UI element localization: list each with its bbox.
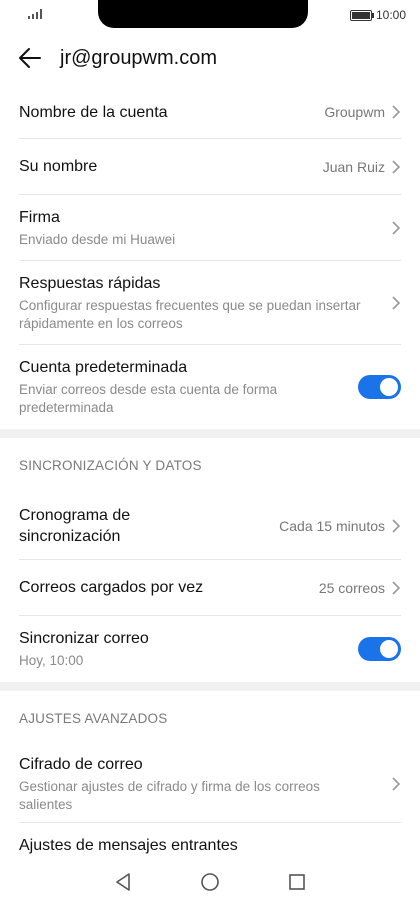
system-nav-bar [0, 854, 420, 910]
sync-section-header: SINCRONIZACIÓN Y DATOS [19, 457, 202, 473]
signature-subtitle: Enviado desde mi Huawei [19, 231, 176, 247]
account-name-label: Nombre de la cuenta [19, 103, 168, 121]
app-header: jr@groupwm.com [0, 30, 420, 86]
signal-icon [28, 9, 42, 22]
advanced-section-header: AJUSTES AVANZADOS [19, 710, 168, 726]
arrow-left-icon[interactable] [16, 44, 44, 72]
account-name-row[interactable]: Nombre de la cuenta Groupwm [19, 86, 401, 139]
chevron-right-icon [392, 295, 401, 310]
home-circle-icon[interactable] [200, 872, 220, 892]
sync-mail-row: Sincronizar correo Hoy, 10:00 [19, 616, 401, 682]
camera-notch [98, 0, 308, 28]
back-triangle-icon[interactable] [114, 872, 132, 892]
quick-replies-subtitle: Configurar respuestas frecuentes que se … [19, 297, 361, 331]
status-bar: 10:00 [0, 0, 420, 30]
status-time: 10:00 [375, 8, 406, 22]
default-account-label: Cuenta predeterminada [19, 359, 188, 376]
emails-per-load-row[interactable]: Correos cargados por vez 25 correos [19, 560, 401, 616]
your-name-row[interactable]: Su nombre Juan Ruiz [19, 139, 401, 195]
incoming-settings-row[interactable]: Ajustes de mensajes entrantes [19, 823, 401, 854]
sync-schedule-value: Cada 15 minutos [279, 517, 385, 534]
chevron-right-icon [392, 580, 401, 595]
recents-square-icon[interactable] [288, 873, 306, 891]
account-name-value: Groupwm [324, 104, 385, 120]
default-account-toggle[interactable] [358, 375, 401, 399]
emails-per-load-value: 25 correos [318, 579, 385, 596]
section-divider [0, 429, 420, 438]
quick-replies-row[interactable]: Respuestas rápidas Configurar respuestas… [19, 261, 401, 345]
chevron-right-icon [392, 159, 401, 174]
sync-schedule-row[interactable]: Cronograma de sincronización Cada 15 min… [19, 492, 401, 560]
settings-list: Nombre de la cuenta Groupwm Su nombre Ju… [0, 86, 420, 854]
sync-schedule-label: Cronograma de sincronización [19, 506, 131, 545]
sync-mail-label: Sincronizar correo [19, 630, 149, 647]
default-account-subtitle: Enviar correos desde esta cuenta de form… [19, 382, 278, 415]
incoming-settings-label: Ajustes de mensajes entrantes [19, 837, 238, 854]
chevron-right-icon [392, 776, 401, 791]
sync-mail-subtitle: Hoy, 10:00 [19, 653, 84, 668]
chevron-right-icon [392, 220, 401, 235]
page-title: jr@groupwm.com [60, 46, 218, 69]
quick-replies-label: Respuestas rápidas [19, 274, 161, 292]
emails-per-load-label: Correos cargados por vez [19, 579, 204, 596]
mail-encryption-label: Cifrado de correo [19, 755, 143, 773]
default-account-row: Cuenta predeterminada Enviar correos des… [19, 345, 401, 429]
battery-icon [349, 9, 374, 21]
signature-row[interactable]: Firma Enviado desde mi Huawei [19, 195, 401, 261]
signature-label: Firma [19, 208, 60, 226]
your-name-label: Su nombre [19, 158, 98, 175]
chevron-right-icon [392, 518, 401, 533]
sync-mail-toggle[interactable] [358, 637, 401, 661]
your-name-value: Juan Ruiz [322, 158, 385, 175]
chevron-right-icon [392, 105, 401, 119]
mail-encryption-subtitle: Gestionar ajustes de cifrado y firma de … [19, 778, 320, 812]
section-divider [0, 682, 420, 691]
mail-encryption-row[interactable]: Cifrado de correo Gestionar ajustes de c… [19, 745, 401, 823]
